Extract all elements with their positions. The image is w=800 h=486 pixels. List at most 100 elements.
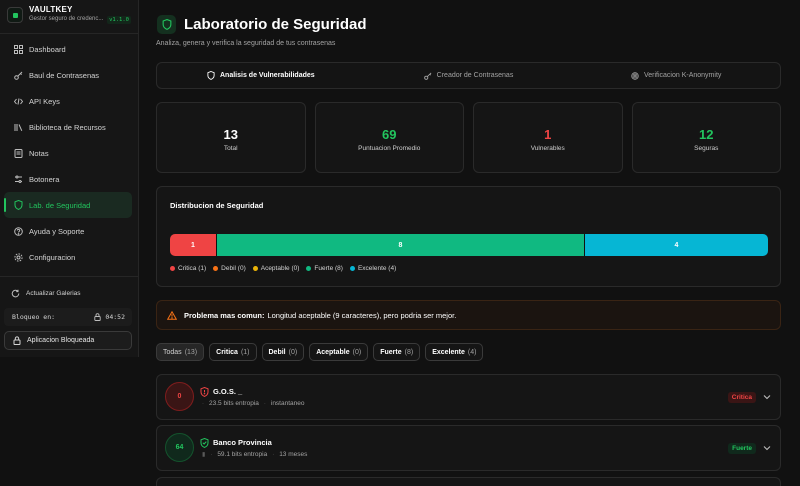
stat-label: Puntuacion Promedio xyxy=(358,144,421,152)
chevron-down-icon[interactable] xyxy=(763,445,771,451)
legend-dot xyxy=(170,266,175,271)
password-item[interactable] xyxy=(156,477,781,486)
item-entropy: 59.1 bits entropia xyxy=(217,451,268,458)
filter-count: (4) xyxy=(467,348,477,356)
shield-icon xyxy=(13,200,23,210)
refresh-galleries-button[interactable]: Actualizar Galerias xyxy=(11,289,81,298)
stat-card-total: 13 Total xyxy=(156,102,306,173)
tab-label: Analisis de Vulnerabilidades xyxy=(220,72,315,79)
filter-all[interactable]: Todas (13) xyxy=(156,343,205,361)
tab-label: Verificacion K-Anonymity xyxy=(643,72,722,79)
key-icon xyxy=(423,72,432,80)
brand: VAULTKEY Gestor seguro de credenc... v1.… xyxy=(7,5,131,27)
auto-lock-timer: Bloqueo en: 04:52 xyxy=(4,308,132,326)
tab-k-anonymity[interactable]: Verificacion K-Anonymity xyxy=(572,63,780,88)
note-icon xyxy=(13,148,23,158)
sidebar-item-label: Notas xyxy=(29,148,49,158)
sidebar-item-security-lab[interactable]: Lab. de Seguridad xyxy=(4,192,132,218)
library-icon xyxy=(13,122,23,132)
fingerprint-icon xyxy=(631,71,639,80)
legend-item-acceptable: Aceptable (0) xyxy=(252,265,300,272)
security-distribution-card: Distribucion de Seguridad 184 Critica (1… xyxy=(156,186,781,287)
filter-count: (0) xyxy=(288,348,298,356)
stat-value: 1 xyxy=(544,126,552,142)
distribution-title: Distribucion de Seguridad xyxy=(170,201,264,210)
filter-chips: Todas (13) Critica (1) Debil (0) Aceptable(… xyxy=(156,343,484,361)
filter-count: (1) xyxy=(240,348,250,356)
legend-label: Debil (0) xyxy=(221,265,246,272)
legend-dot xyxy=(252,266,258,271)
sidebar-item-botonera[interactable]: Botonera xyxy=(4,166,132,192)
filter-excellent[interactable]: Excelente (4) xyxy=(425,343,484,361)
stat-label: Total xyxy=(223,144,238,152)
filter-strong[interactable]: Fuerte (8) xyxy=(373,343,421,361)
divider xyxy=(0,276,139,277)
legend-label: Aceptable (0) xyxy=(260,265,300,272)
strength-badge: Fuerte xyxy=(728,443,756,454)
legend-dot xyxy=(213,266,219,271)
legend-item-weak: Debil (0) xyxy=(213,265,246,272)
lock-icon xyxy=(94,313,102,321)
sliders-icon xyxy=(13,174,23,184)
sidebar-item-dashboard[interactable]: Dashboard xyxy=(4,36,132,62)
refresh-label: Actualizar Galerias xyxy=(26,290,81,297)
stat-card-average-score: 69 Puntuacion Promedio xyxy=(314,102,464,173)
item-crack-time: 13 meses xyxy=(279,451,308,458)
stat-card-vulnerable: 1 Vulnerables xyxy=(473,102,623,173)
distribution-segment: 4 xyxy=(584,234,768,256)
distribution-segment: 8 xyxy=(216,234,584,256)
shield-icon xyxy=(207,71,215,80)
brand-title: VAULTKEY xyxy=(29,5,73,14)
legend-label: Excelente (4) xyxy=(357,265,397,272)
sidebar-item-vault[interactable]: Baul de Contrasenas xyxy=(4,62,132,88)
sidebar-item-library[interactable]: Biblioteca de Recursos xyxy=(4,114,132,140)
stat-card-secure: 12 Seguras xyxy=(631,102,781,173)
stat-label: Vulnerables xyxy=(530,144,565,152)
brand-subtitle: Gestor seguro de credenc... xyxy=(29,16,104,22)
sidebar: VAULTKEY Gestor seguro de credenc... v1.… xyxy=(0,0,139,357)
locked-app-button[interactable]: Aplicacion Bloqueada xyxy=(4,331,132,350)
sidebar-item-api-keys[interactable]: API Keys xyxy=(4,88,132,114)
tab-label: Creador de Contrasenas xyxy=(436,72,514,79)
item-entropy: 23.5 bits entropia xyxy=(209,400,259,407)
filter-count: (8) xyxy=(404,348,414,356)
grid-icon xyxy=(13,44,23,54)
filter-label: Critica xyxy=(216,348,238,356)
sidebar-item-settings[interactable]: Configuracion xyxy=(4,244,132,270)
legend-dot xyxy=(349,266,355,271)
sidebar-nav: Dashboard Baul de Contrasenas API Keys B… xyxy=(4,36,132,270)
sidebar-item-label: Botonera xyxy=(29,174,60,184)
legend-item-strong: Fuerte (8) xyxy=(306,265,343,272)
item-crack-time: instantaneo xyxy=(270,400,305,407)
score-circle: 0 xyxy=(165,382,194,411)
tab-password-creator[interactable]: Creador de Contrasenas xyxy=(365,63,573,88)
sidebar-item-notes[interactable]: Notas xyxy=(4,140,132,166)
filter-label: Debil xyxy=(268,348,286,356)
tab-bar: Analisis de Vulnerabilidades Creador de … xyxy=(156,62,781,89)
shield-check-icon xyxy=(200,438,209,448)
shield-icon xyxy=(157,15,176,34)
chevron-down-icon[interactable] xyxy=(763,394,771,400)
filter-acceptable[interactable]: Aceptable (0) xyxy=(309,343,369,361)
password-item[interactable]: 0 G.O.S. _ · 23.5 bits entropia · instan… xyxy=(156,374,781,420)
version-badge: v1.1.0 xyxy=(107,16,131,24)
legend-dot xyxy=(306,266,312,271)
filter-label: Excelente xyxy=(432,348,465,356)
item-name: G.O.S. _ xyxy=(213,387,243,396)
stat-label: Seguras xyxy=(694,144,719,152)
legend-label: Critica (1) xyxy=(178,265,207,272)
score-circle: 64 xyxy=(165,433,194,462)
filter-count: (0) xyxy=(352,348,362,356)
tab-vulnerability-analysis[interactable]: Analisis de Vulnerabilidades xyxy=(157,63,365,88)
filter-critical[interactable]: Critica (1) xyxy=(209,343,257,361)
sidebar-item-help[interactable]: Ayuda y Soporte xyxy=(4,218,132,244)
page-subtitle: Analiza, genera y verifica la seguridad … xyxy=(156,40,336,47)
item-meta: · 23.5 bits entropia · instantaneo xyxy=(202,400,305,407)
legend-item-excellent: Excelente (4) xyxy=(349,265,397,272)
alert-strong: Problema mas comun: xyxy=(184,310,265,320)
filter-label: Todas xyxy=(163,348,182,356)
filter-count: (13) xyxy=(184,348,198,356)
stat-value: 13 xyxy=(223,126,238,142)
password-item[interactable]: 64 Banco Provincia ▮ · 59.1 bits entropi… xyxy=(156,425,781,471)
filter-weak[interactable]: Debil (0) xyxy=(261,343,305,361)
